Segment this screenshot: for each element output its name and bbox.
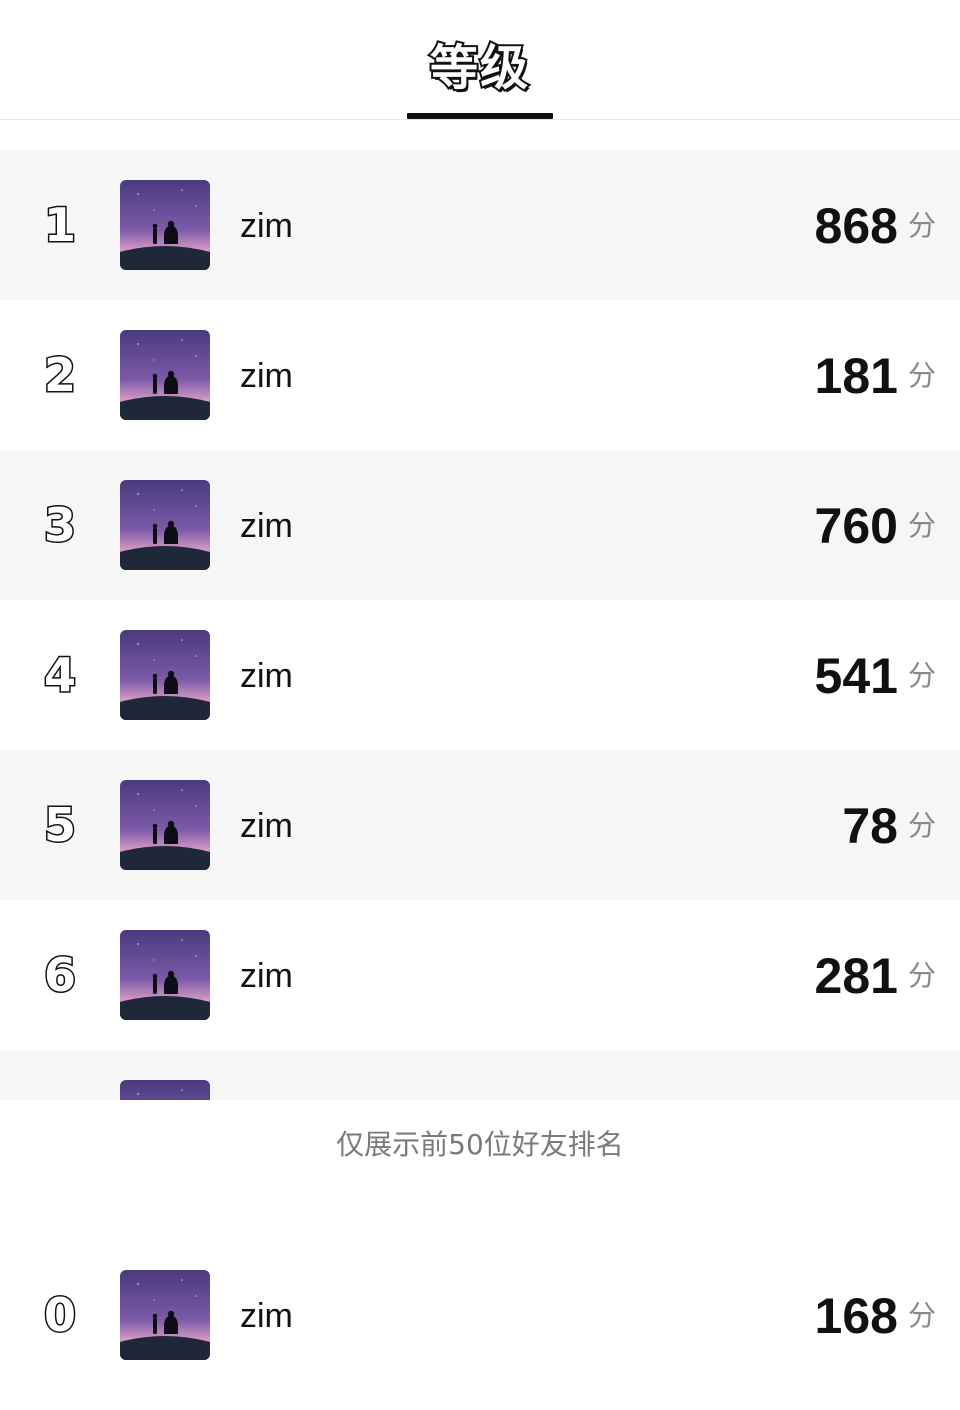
score-unit: 分 bbox=[907, 509, 936, 542]
user-name: zim bbox=[240, 957, 293, 995]
user-name: zim bbox=[240, 357, 293, 395]
score-value: 541 bbox=[814, 648, 898, 704]
rank-number: 5 bbox=[42, 798, 77, 852]
user-name: zim bbox=[240, 807, 293, 845]
score-group: 868 分 bbox=[815, 196, 936, 256]
score-unit: 分 bbox=[907, 959, 936, 992]
my-score-group: 168 分 bbox=[815, 1286, 936, 1346]
ranking-row[interactable]: 2 zim 181 分 bbox=[0, 300, 960, 450]
my-rank-number: 0 bbox=[42, 1288, 77, 1342]
avatar[interactable] bbox=[120, 630, 210, 720]
score-value: 868 bbox=[814, 198, 898, 254]
avatar[interactable] bbox=[120, 180, 210, 270]
avatar[interactable] bbox=[120, 330, 210, 420]
score-value: 181 bbox=[814, 348, 898, 404]
rank-number: 4 bbox=[42, 648, 77, 702]
score-group: 78 分 bbox=[842, 796, 936, 856]
ranking-row[interactable]: 4 zim 541 分 bbox=[0, 600, 960, 750]
score-value: 78 bbox=[842, 798, 898, 854]
rank-number: 2 bbox=[42, 348, 77, 402]
rank-number: 6 bbox=[42, 948, 77, 1002]
score-unit: 分 bbox=[907, 359, 936, 392]
ranking-row[interactable]: 1 zim 868 分 bbox=[0, 150, 960, 300]
score-group: 541 分 bbox=[815, 646, 936, 706]
score-group: 281 分 bbox=[815, 946, 936, 1006]
rank-number: 1 bbox=[42, 198, 77, 252]
top-header: 等级 bbox=[0, 0, 960, 120]
my-score-unit: 分 bbox=[907, 1299, 936, 1332]
ranking-row[interactable]: 3 zim 760 分 bbox=[0, 450, 960, 600]
user-name: zim bbox=[240, 507, 293, 545]
rank-number: 3 bbox=[42, 498, 77, 552]
ranking-row[interactable]: 5 zim 78 分 bbox=[0, 750, 960, 900]
avatar[interactable] bbox=[120, 930, 210, 1020]
score-group: 760 分 bbox=[815, 496, 936, 556]
avatar[interactable] bbox=[120, 1080, 210, 1100]
ranking-list[interactable]: 1 zim 868 分 2 zim 181 分 3 zim 760 分 4 zi… bbox=[0, 150, 960, 1100]
score-unit: 分 bbox=[907, 809, 936, 842]
score-value: 281 bbox=[814, 948, 898, 1004]
my-avatar[interactable] bbox=[120, 1270, 210, 1360]
score-group: 181 分 bbox=[815, 346, 936, 406]
user-name: zim bbox=[240, 207, 293, 245]
tab-level[interactable]: 等级 bbox=[0, 28, 960, 98]
avatar[interactable] bbox=[120, 780, 210, 870]
tab-active-indicator bbox=[407, 113, 553, 119]
ranking-limit-note: 仅展示前50位好友排名 bbox=[336, 1128, 624, 1161]
user-name: zim bbox=[240, 657, 293, 695]
avatar[interactable] bbox=[120, 480, 210, 570]
my-ranking-row[interactable]: 0 zim 168 分 bbox=[0, 1240, 960, 1390]
ranking-row-partial[interactable] bbox=[0, 1050, 960, 1100]
ranking-row[interactable]: 6 zim 281 分 bbox=[0, 900, 960, 1050]
score-value: 760 bbox=[814, 498, 898, 554]
score-unit: 分 bbox=[907, 209, 936, 242]
my-user-name: zim bbox=[240, 1297, 293, 1335]
my-score-value: 168 bbox=[814, 1288, 898, 1344]
score-unit: 分 bbox=[907, 659, 936, 692]
